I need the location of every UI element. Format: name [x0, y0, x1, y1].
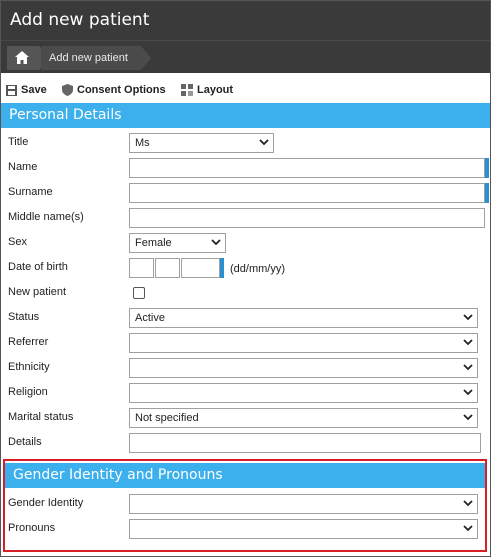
status-value: Active: [135, 312, 165, 324]
ethnicity-label: Ethnicity: [8, 361, 50, 373]
layout-icon: [181, 84, 193, 96]
highlight-box: [3, 459, 487, 552]
breadcrumb-current[interactable]: Add new patient: [41, 46, 151, 70]
required-marker: [220, 258, 224, 278]
title-label: Title: [8, 136, 29, 148]
required-marker: [485, 158, 489, 178]
name-input[interactable]: [129, 158, 485, 178]
dob-day-input[interactable]: [129, 258, 154, 278]
toolbar: Save Consent Options Layout: [1, 78, 490, 100]
marital-status-select[interactable]: Not specified: [129, 408, 478, 428]
ethnicity-select[interactable]: [129, 358, 478, 378]
referrer-label: Referrer: [8, 336, 49, 348]
name-label: Name: [8, 161, 38, 173]
surname-label: Surname: [8, 186, 53, 198]
chevron-down-icon: [463, 364, 473, 371]
chevron-down-icon: [259, 139, 269, 146]
marital-status-label: Marital status: [8, 411, 74, 423]
save-button[interactable]: Save: [6, 82, 47, 98]
required-marker: [485, 183, 489, 203]
breadcrumb-home[interactable]: [7, 46, 49, 70]
middle-name-input[interactable]: [129, 208, 485, 228]
chevron-down-icon: [463, 314, 473, 321]
breadcrumb: Add new patient: [1, 40, 490, 73]
shield-icon: [62, 84, 73, 96]
new-patient-label: New patient: [8, 286, 67, 298]
sex-value: Female: [135, 237, 172, 249]
new-patient-checkbox[interactable]: [133, 287, 145, 299]
save-label: Save: [21, 84, 47, 96]
layout-button[interactable]: Layout: [181, 82, 233, 98]
consent-options-button[interactable]: Consent Options: [62, 82, 166, 98]
chevron-down-icon: [463, 339, 473, 346]
middle-name-label: Middle name(s): [8, 211, 84, 223]
title-bar: Add new patient: [1, 1, 490, 40]
page-title: Add new patient: [10, 10, 150, 30]
details-label: Details: [8, 436, 42, 448]
sex-select[interactable]: Female: [129, 233, 226, 253]
dob-label: Date of birth: [8, 261, 68, 273]
status-label: Status: [8, 311, 40, 323]
layout-label: Layout: [197, 84, 234, 96]
details-input[interactable]: [129, 433, 481, 453]
dob-format-hint: (dd/mm/yy): [230, 263, 285, 275]
personal-details-header: Personal Details: [1, 103, 490, 128]
title-select[interactable]: Ms: [129, 133, 274, 153]
save-icon: [6, 84, 17, 96]
marital-status-value: Not specified: [135, 412, 199, 424]
chevron-down-icon: [211, 239, 221, 246]
sex-label: Sex: [8, 236, 27, 248]
dob-month-input[interactable]: [155, 258, 180, 278]
status-select[interactable]: Active: [129, 308, 478, 328]
religion-select[interactable]: [129, 383, 478, 403]
referrer-select[interactable]: [129, 333, 478, 353]
consent-options-label: Consent Options: [77, 84, 166, 96]
dob-year-input[interactable]: [181, 258, 220, 278]
title-value: Ms: [135, 137, 150, 149]
religion-label: Religion: [8, 386, 48, 398]
surname-input[interactable]: [129, 183, 485, 203]
home-icon: [15, 51, 29, 64]
chevron-down-icon: [463, 389, 473, 396]
chevron-down-icon: [463, 414, 473, 421]
